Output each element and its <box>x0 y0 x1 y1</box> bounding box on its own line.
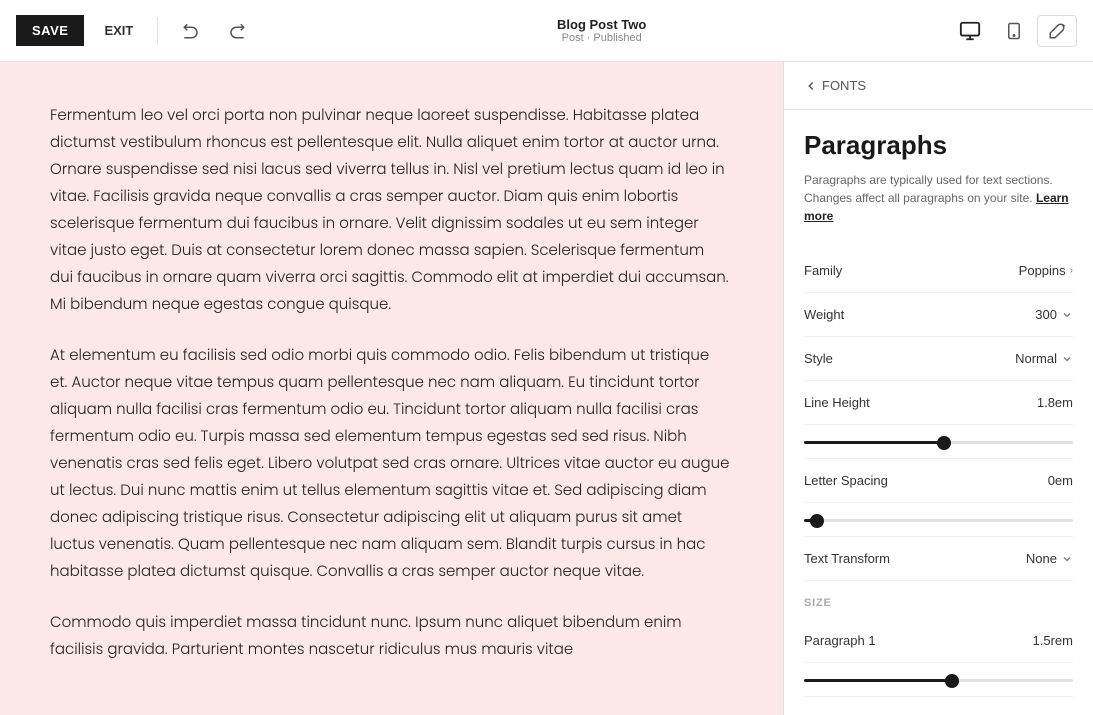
paragraph-3: Commodo quis imperdiet massa tincidunt n… <box>50 609 730 663</box>
line-height-row: Line Height 1.8em <box>804 381 1073 425</box>
fonts-panel-button[interactable] <box>1037 15 1077 47</box>
line-height-label: Line Height <box>804 395 870 410</box>
weight-value-button[interactable]: 300 <box>1035 307 1073 322</box>
style-label: Style <box>804 351 833 366</box>
family-chevron-icon: › <box>1070 265 1073 276</box>
post-subtitle: Post · Published <box>562 32 642 44</box>
redo-button[interactable] <box>220 16 254 46</box>
paragraph1-row: Paragraph 1 1.5rem <box>804 619 1073 663</box>
undo-icon <box>182 22 200 40</box>
family-label: Family <box>804 263 842 278</box>
exit-button[interactable]: EXIT <box>96 17 141 44</box>
style-value-button[interactable]: Normal <box>1015 351 1073 366</box>
redo-icon <box>228 22 246 40</box>
paragraph1-slider-fill <box>804 679 952 682</box>
style-chevron-icon <box>1061 353 1073 365</box>
chevron-left-icon <box>804 79 818 93</box>
paragraph-2: At elementum eu facilisis sed odio morbi… <box>50 342 730 585</box>
text-transform-value-button[interactable]: None <box>1026 551 1073 566</box>
desktop-view-button[interactable] <box>949 14 991 48</box>
letter-spacing-slider-row <box>804 503 1073 537</box>
right-panel: FONTS Paragraphs Paragraphs are typicall… <box>783 62 1093 715</box>
text-transform-label: Text Transform <box>804 551 890 566</box>
family-row: Family Poppins › <box>804 249 1073 293</box>
toolbar: SAVE EXIT Blog Post Two Post · Published <box>0 0 1093 62</box>
line-height-slider-row <box>804 425 1073 459</box>
panel-title: Paragraphs <box>804 130 1073 161</box>
paragraph1-label: Paragraph 1 <box>804 633 876 648</box>
content-area[interactable]: Fermentum leo vel orci porta non pulvina… <box>0 62 783 715</box>
save-button[interactable]: SAVE <box>16 15 84 46</box>
weight-label: Weight <box>804 307 844 322</box>
main-area: Fermentum leo vel orci porta non pulvina… <box>0 62 1093 715</box>
size-section: SIZE Paragraph 1 1.5rem <box>804 581 1073 697</box>
mobile-view-button[interactable] <box>995 14 1033 48</box>
paint-icon <box>1048 22 1066 40</box>
line-height-slider-thumb[interactable] <box>937 436 951 450</box>
letter-spacing-slider-track[interactable] <box>804 519 1073 522</box>
post-title: Blog Post Two <box>557 17 646 32</box>
panel-header: FONTS <box>784 62 1093 110</box>
mobile-icon <box>1005 20 1023 42</box>
line-height-slider-fill <box>804 441 944 444</box>
family-value-button[interactable]: Poppins › <box>1019 263 1073 278</box>
letter-spacing-label: Letter Spacing <box>804 473 888 488</box>
paragraph1-slider-thumb[interactable] <box>945 674 959 688</box>
weight-chevron-icon <box>1061 309 1073 321</box>
text-transform-chevron-icon <box>1061 553 1073 565</box>
paragraph-1: Fermentum leo vel orci porta non pulvina… <box>50 102 730 318</box>
text-transform-row: Text Transform None <box>804 537 1073 581</box>
style-row: Style Normal <box>804 337 1073 381</box>
content-text: Fermentum leo vel orci porta non pulvina… <box>50 102 730 663</box>
line-height-value: 1.8em <box>1037 395 1073 410</box>
letter-spacing-slider-thumb[interactable] <box>810 514 824 528</box>
paragraph1-slider-track[interactable] <box>804 679 1073 682</box>
letter-spacing-row: Letter Spacing 0em <box>804 459 1073 503</box>
panel-content: Paragraphs Paragraphs are typically used… <box>784 110 1093 715</box>
toolbar-divider <box>157 17 158 45</box>
undo-button[interactable] <box>174 16 208 46</box>
weight-row: Weight 300 <box>804 293 1073 337</box>
toolbar-right <box>949 14 1077 48</box>
size-section-label: SIZE <box>804 597 1073 609</box>
line-height-slider-track[interactable] <box>804 441 1073 444</box>
letter-spacing-value: 0em <box>1048 473 1073 488</box>
toolbar-center: Blog Post Two Post · Published <box>266 17 937 44</box>
panel-description: Paragraphs are typically used for text s… <box>804 171 1073 225</box>
paragraph1-slider-row <box>804 663 1073 697</box>
paragraph1-value: 1.5rem <box>1033 633 1073 648</box>
desktop-icon <box>959 20 981 42</box>
back-to-fonts-button[interactable]: FONTS <box>804 78 866 93</box>
